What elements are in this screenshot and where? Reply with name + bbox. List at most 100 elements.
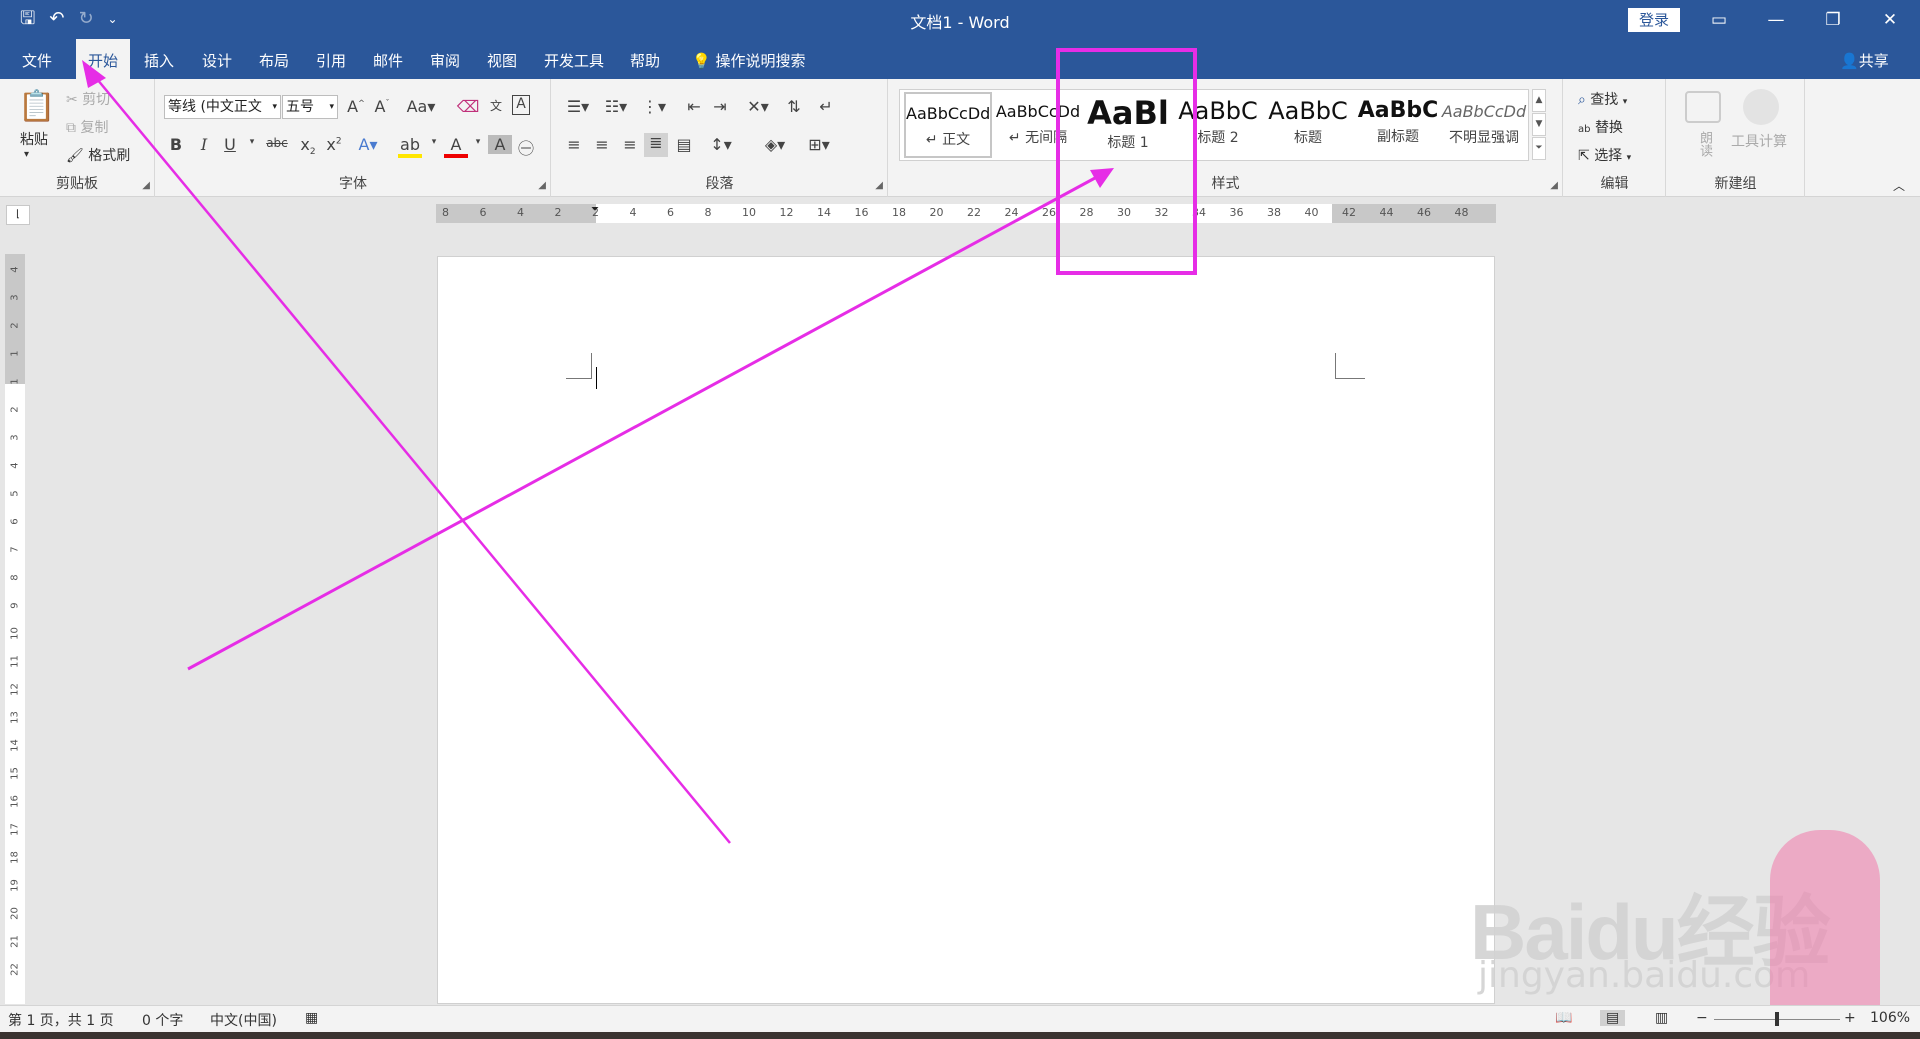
character-shading-icon[interactable]: A bbox=[488, 135, 512, 154]
style-no-spacing[interactable]: AaBbCcDd ↵ 无间隔 bbox=[994, 92, 1082, 158]
zoom-in-icon[interactable]: + bbox=[1844, 1010, 1856, 1026]
horizontal-ruler[interactable]: 8 6 4 2 2 4 6 8 10 12 14 16 18 20 22 24 26 28 30 32 34 36 38 40… bbox=[436, 204, 1496, 223]
style-subtle-emphasis[interactable]: AaBbCcDd 不明显强调 bbox=[1440, 92, 1528, 158]
align-left-icon[interactable]: ≡ bbox=[562, 135, 586, 154]
read-aloud-icon[interactable] bbox=[1685, 91, 1721, 123]
minimize-icon[interactable]: — bbox=[1756, 6, 1796, 34]
clear-formatting-icon[interactable]: ⌫ bbox=[456, 97, 480, 116]
login-button[interactable]: 登录 bbox=[1628, 8, 1680, 32]
font-color-dropdown-icon[interactable]: ▾ bbox=[466, 137, 490, 147]
highlight-dropdown-icon[interactable]: ▾ bbox=[422, 137, 446, 147]
language[interactable]: 中文(中国) bbox=[210, 1010, 277, 1030]
styles-launcher-icon[interactable]: ◢ bbox=[1550, 180, 1558, 191]
enclose-characters-icon[interactable]: ㊀ bbox=[514, 135, 538, 159]
indent-marker-icon[interactable]: ⏷ bbox=[591, 204, 599, 215]
justify-icon[interactable]: ≣ bbox=[644, 133, 668, 157]
paste-button[interactable]: 粘贴 bbox=[20, 129, 48, 149]
tab-insert[interactable]: 插入 bbox=[138, 39, 180, 79]
superscript-icon[interactable]: x2 bbox=[322, 135, 346, 154]
decrease-indent-icon[interactable]: ⇤ bbox=[682, 97, 706, 116]
tell-me-search[interactable]: 💡 操作说明搜索 bbox=[692, 39, 805, 79]
paragraph-launcher-icon[interactable]: ◢ bbox=[875, 180, 883, 191]
gallery-up-icon[interactable]: ▲ bbox=[1532, 89, 1546, 112]
share-button[interactable]: 👤共享 bbox=[1840, 39, 1889, 79]
underline-icon[interactable]: U bbox=[218, 135, 242, 154]
clipboard-launcher-icon[interactable]: ◢ bbox=[142, 180, 150, 191]
tab-home[interactable]: 开始 bbox=[76, 39, 130, 79]
shading-icon[interactable]: ◈▾ bbox=[758, 135, 792, 154]
font-launcher-icon[interactable]: ◢ bbox=[538, 180, 546, 191]
show-marks-icon[interactable]: ↵ bbox=[814, 97, 838, 116]
phonetic-guide-icon[interactable]: 文 bbox=[484, 97, 508, 114]
font-name-select[interactable]: 等线 (中文正文 ▾ bbox=[164, 95, 281, 119]
zoom-level[interactable]: 106% bbox=[1870, 1010, 1910, 1026]
character-border-icon[interactable]: A bbox=[512, 95, 530, 115]
shrink-font-icon[interactable]: Aˇ bbox=[370, 97, 394, 116]
increase-indent-icon[interactable]: ⇥ bbox=[708, 97, 732, 116]
multilevel-list-icon[interactable]: ⋮▾ bbox=[638, 97, 670, 116]
style-title[interactable]: AaBbC 标题 bbox=[1264, 92, 1352, 158]
read-mode-icon[interactable]: 📖 bbox=[1555, 1010, 1572, 1026]
tab-developer[interactable]: 开发工具 bbox=[538, 39, 610, 79]
paste-dropdown-icon[interactable]: ▾ bbox=[24, 149, 29, 160]
macro-record-icon[interactable]: ▦ bbox=[305, 1010, 318, 1026]
font-size-select[interactable]: 五号 ▾ bbox=[282, 95, 338, 119]
change-case-icon[interactable]: Aa▾ bbox=[404, 97, 438, 116]
gallery-down-icon[interactable]: ▼ bbox=[1532, 113, 1546, 136]
zoom-slider-thumb[interactable] bbox=[1775, 1012, 1779, 1026]
print-layout-icon[interactable]: ▤ bbox=[1600, 1010, 1626, 1026]
collapse-ribbon-icon[interactable]: ︿ bbox=[1893, 177, 1905, 194]
select-button[interactable]: ⇱ 选择 ▾ bbox=[1578, 145, 1631, 165]
restore-icon[interactable]: ❐ bbox=[1813, 6, 1853, 34]
vertical-ruler[interactable]: 4 3 2 1 1 2 3 4 5 6 7 8 9 10 11 12 13 14 15 16 17 18 19 20 21 22 bbox=[5, 254, 25, 1004]
style-normal[interactable]: AaBbCcDd ↵ 正文 bbox=[904, 92, 992, 158]
replace-button[interactable]: ab 替换 bbox=[1578, 117, 1623, 137]
underline-dropdown-icon[interactable]: ▾ bbox=[240, 137, 264, 147]
tab-selector[interactable]: ⌊ bbox=[6, 205, 30, 225]
tab-references[interactable]: 引用 bbox=[310, 39, 352, 79]
format-painter-button[interactable]: 🖌 格式刷 bbox=[66, 145, 130, 165]
style-heading-1[interactable]: AaBl 标题 1 bbox=[1084, 92, 1172, 158]
italic-icon[interactable]: I bbox=[192, 135, 216, 154]
tab-file[interactable]: 文件 bbox=[16, 39, 58, 79]
document-page[interactable] bbox=[437, 256, 1495, 1004]
find-button[interactable]: ⌕ 查找 ▾ bbox=[1578, 89, 1627, 109]
cut-button[interactable]: ✂ 剪切 bbox=[66, 89, 110, 109]
paste-icon[interactable]: 📋 bbox=[18, 89, 55, 124]
tab-help[interactable]: 帮助 bbox=[624, 39, 666, 79]
tab-view[interactable]: 视图 bbox=[481, 39, 523, 79]
ribbon-display-options-icon[interactable]: ▭ bbox=[1699, 6, 1739, 34]
page-count[interactable]: 第 1 页，共 1 页 bbox=[8, 1010, 114, 1030]
numbering-icon[interactable]: ☷▾ bbox=[600, 97, 632, 116]
bullets-icon[interactable]: ☰▾ bbox=[562, 97, 594, 116]
tool-calc-icon[interactable] bbox=[1743, 89, 1779, 125]
zoom-out-icon[interactable]: − bbox=[1696, 1010, 1708, 1026]
read-aloud-button[interactable]: 朗读 bbox=[1695, 131, 1714, 157]
borders-icon[interactable]: ⊞▾ bbox=[802, 135, 836, 154]
bold-icon[interactable]: B bbox=[164, 135, 188, 154]
gallery-more-icon[interactable]: ⏷ bbox=[1532, 137, 1546, 160]
align-right-icon[interactable]: ≡ bbox=[618, 135, 642, 154]
distributed-icon[interactable]: ▤ bbox=[672, 135, 696, 154]
center-icon[interactable]: ≡ bbox=[590, 135, 614, 154]
close-icon[interactable]: ✕ bbox=[1870, 6, 1910, 34]
style-subtitle[interactable]: AaBbC 副标题 bbox=[1354, 92, 1442, 158]
sort-icon[interactable]: ⇅ bbox=[782, 97, 806, 116]
font-color-icon[interactable]: A bbox=[444, 135, 468, 158]
tab-mailings[interactable]: 邮件 bbox=[367, 39, 409, 79]
highlight-color-icon[interactable]: ab bbox=[398, 135, 422, 158]
tab-layout[interactable]: 布局 bbox=[253, 39, 295, 79]
tool-calc-button[interactable]: 工具计算 bbox=[1731, 131, 1787, 151]
copy-button[interactable]: ⧉ 复制 bbox=[66, 117, 108, 137]
word-count[interactable]: 0 个字 bbox=[142, 1010, 183, 1030]
subscript-icon[interactable]: x2 bbox=[296, 135, 320, 157]
strikethrough-icon[interactable]: abc bbox=[262, 136, 292, 150]
grow-font-icon[interactable]: A^ bbox=[344, 97, 368, 116]
line-spacing-icon[interactable]: ↕▾ bbox=[704, 135, 738, 154]
text-effects-icon[interactable]: A▾ bbox=[356, 135, 380, 154]
style-heading-2[interactable]: AaBbC 标题 2 bbox=[1174, 92, 1262, 158]
tab-review[interactable]: 审阅 bbox=[424, 39, 466, 79]
web-layout-icon[interactable]: ▥ bbox=[1655, 1010, 1668, 1026]
tab-design[interactable]: 设计 bbox=[196, 39, 238, 79]
chinese-layout-icon[interactable]: ✕▾ bbox=[742, 97, 774, 116]
